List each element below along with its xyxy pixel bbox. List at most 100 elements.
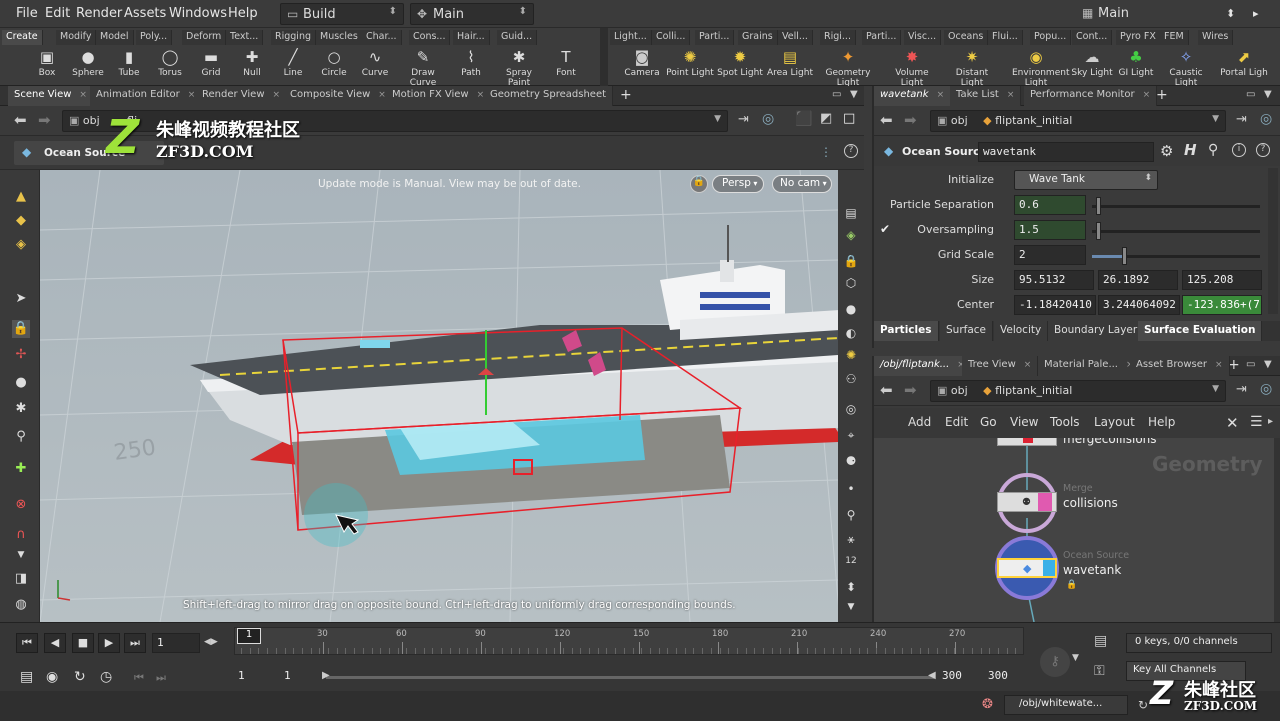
maximize-icon[interactable]: ▭ xyxy=(832,89,841,100)
close-icon[interactable]: × xyxy=(1007,90,1015,100)
shelf-tab-poly[interactable]: Poly... xyxy=(136,30,173,45)
channel-list-icon[interactable]: ▤ xyxy=(1094,633,1107,649)
shelf-tool-curve[interactable]: ∿ Curve xyxy=(353,48,397,78)
particle-separation-field[interactable]: 0.6 xyxy=(1014,195,1086,215)
ghost-icon[interactable]: ◈ xyxy=(842,228,860,246)
next-key-icon[interactable]: ⏭ xyxy=(156,671,166,685)
persp-menu[interactable]: Persp ▾ xyxy=(712,175,764,193)
shelf-tab-flui-9[interactable]: Flui... xyxy=(988,30,1023,45)
desktop-selector[interactable]: ▭ Build ⬍ xyxy=(280,3,404,25)
network-menu-help[interactable]: Help xyxy=(1148,415,1175,429)
menu-file[interactable]: File xyxy=(16,6,38,21)
forward-icon[interactable]: ➡ xyxy=(38,111,51,129)
key-button[interactable]: ⚷ xyxy=(1040,647,1070,677)
shelf-tab-parti-6[interactable]: Parti... xyxy=(862,30,902,45)
shelf-tab-rigi-5[interactable]: Rigi... xyxy=(820,30,856,45)
close-icon[interactable]: × xyxy=(937,90,945,100)
background-icon[interactable]: ⚇ xyxy=(842,372,860,390)
pose-icon[interactable]: ✱ xyxy=(12,400,30,418)
display-options-icon[interactable]: ▤ xyxy=(842,206,860,224)
jump-end-button[interactable]: ⏭ xyxy=(124,633,146,653)
current-frame-field[interactable]: 1 xyxy=(152,633,200,653)
size-x-field[interactable]: 95.5132 xyxy=(1014,270,1094,290)
chevron-down-icon[interactable]: ▼ xyxy=(1072,653,1079,663)
parm-folder-velocity[interactable]: Velocity xyxy=(994,321,1049,341)
prev-key-icon[interactable]: ⏮ xyxy=(134,671,144,685)
shelf-tool-gi-light[interactable]: ♣ GI Light xyxy=(1112,48,1160,78)
shelf-tab-light-0[interactable]: Light... xyxy=(610,30,652,45)
points-icon[interactable]: ⚈ xyxy=(842,454,860,472)
snap-icon[interactable]: ⊗ xyxy=(12,496,30,514)
arrow-right-icon[interactable]: ▸ xyxy=(1268,416,1273,427)
view-tool-icon[interactable]: ◨ xyxy=(12,570,30,588)
center-x-field[interactable]: -1.18420410 xyxy=(1014,295,1096,315)
shelf-tool-grid[interactable]: ▬ Grid xyxy=(189,48,233,78)
help-icon[interactable]: ? xyxy=(1256,143,1270,157)
maximize-icon[interactable]: ▭ xyxy=(1246,359,1255,370)
loop-icon[interactable]: ↻ xyxy=(74,669,86,685)
close-icon[interactable]: × xyxy=(188,90,196,100)
back-icon[interactable]: ⬅ xyxy=(880,381,893,399)
menu-assets[interactable]: Assets xyxy=(124,6,166,21)
range-start-field[interactable]: 1 xyxy=(234,667,276,687)
audio-icon[interactable]: ◉ xyxy=(46,669,58,685)
shelf-tab-grains-3[interactable]: Grains xyxy=(738,30,778,45)
slider-handle[interactable] xyxy=(1096,197,1101,215)
center-y-field[interactable]: 3.244064092 xyxy=(1098,295,1180,315)
link-icon[interactable]: ◎ xyxy=(762,111,774,127)
menu-windows[interactable]: Windows xyxy=(169,6,227,21)
shelf-tab-fem-13[interactable]: FEM xyxy=(1160,30,1189,45)
playhead[interactable]: 1 xyxy=(237,628,261,644)
right-desktop[interactable]: ▦ Main xyxy=(1076,3,1200,25)
shelf-tool-tube[interactable]: ▮ Tube xyxy=(107,48,151,78)
grid-scale-field[interactable]: 2 xyxy=(1014,245,1086,265)
gear-icon[interactable]: ⚙ xyxy=(1160,142,1173,160)
shelf-tab-hair[interactable]: Hair... xyxy=(453,30,490,45)
shelf-tab-visc-7[interactable]: Visc... xyxy=(904,30,942,45)
range-end-field-2[interactable]: 300 xyxy=(984,667,1026,687)
shelf-tab-guid[interactable]: Guid... xyxy=(497,30,538,45)
handle-options-icon[interactable]: ⋮ xyxy=(820,145,832,159)
jump-start-button[interactable]: ⏮ xyxy=(16,633,38,653)
node-collisions[interactable]: ⚉ xyxy=(997,492,1057,512)
viewport-lock-icon[interactable]: 🔒 xyxy=(690,175,708,193)
shelf-tool-line[interactable]: ╱ Line xyxy=(271,48,315,78)
tab-obj-fliptank[interactable]: /obj/fliptank...× xyxy=(874,356,972,376)
node-mergecollisions[interactable] xyxy=(997,438,1057,446)
pin-icon[interactable]: ⇥ xyxy=(1236,382,1247,397)
shelf-tool-circle[interactable]: ○ Circle xyxy=(312,48,356,78)
menu-arrow-icon[interactable]: ▸ xyxy=(1253,7,1259,20)
close-icon[interactable]: × xyxy=(477,90,485,100)
lock-camera-icon[interactable]: 🔒 xyxy=(842,254,860,272)
step-back-button[interactable]: ◀ xyxy=(44,633,66,653)
shelf-tab-vell-4[interactable]: Vell... xyxy=(778,30,813,45)
shelf-tab-char[interactable]: Char... xyxy=(362,30,402,45)
shelf-tab-wires-14[interactable]: Wires xyxy=(1198,30,1234,45)
select-faces-icon[interactable]: ◈ xyxy=(12,236,30,254)
tab-animation-editor[interactable]: Animation Editor × xyxy=(90,86,203,106)
guide-icon[interactable]: ⚹ xyxy=(842,532,860,550)
viewport-3d[interactable]: 250 Update mode is Manual. View may be o… xyxy=(40,170,838,622)
oversampling-field[interactable]: 1.5 xyxy=(1014,220,1086,240)
shelf-tool-font[interactable]: T Font xyxy=(544,48,588,78)
shelf-tab-popu-10[interactable]: Popu... xyxy=(1030,30,1072,45)
parm-folder-boundary-layer[interactable]: Boundary Layer xyxy=(1048,321,1145,341)
normals-icon[interactable]: ⌖ xyxy=(842,428,860,446)
realtime-icon[interactable]: ▤ xyxy=(20,669,33,685)
tab-performance-monitor[interactable]: Performance Monitor × xyxy=(1024,86,1158,106)
paint-icon[interactable]: ⚲ xyxy=(12,428,30,446)
select-mode-icon[interactable]: ▲ xyxy=(12,188,30,206)
node-name-field[interactable]: wavetank xyxy=(978,142,1154,162)
check-icon[interactable]: ✔ xyxy=(880,222,890,236)
stop-button[interactable]: ■ xyxy=(72,633,94,653)
network-menu-tools[interactable]: Tools xyxy=(1050,415,1080,429)
network-menu-go[interactable]: Go xyxy=(980,415,997,429)
parm-folder-surface[interactable]: Surface xyxy=(940,321,994,341)
network-editor[interactable]: Geometry mergecollisions ⚉ Merge collisi… xyxy=(874,438,1274,622)
help-icon[interactable]: ? xyxy=(844,144,858,158)
frame-ruler[interactable]: 1 30 60 90 120 150 180 210 240 270 xyxy=(234,627,1024,655)
select-arrow-icon[interactable]: ➤ xyxy=(12,290,30,308)
pane-menu-icon[interactable]: ▼ xyxy=(850,89,858,100)
slider-handle[interactable] xyxy=(1122,247,1127,265)
shelf-tool-geometry-light[interactable]: ✦ Geometry Light xyxy=(824,48,872,88)
